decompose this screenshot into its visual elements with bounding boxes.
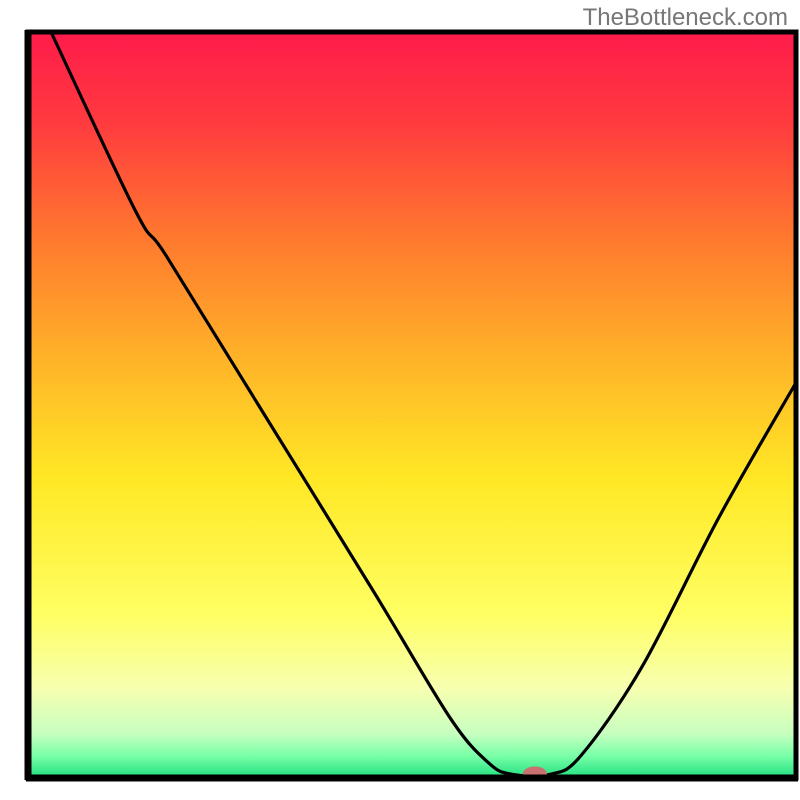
- bottleneck-chart: [0, 0, 800, 800]
- plot-area: [26, 30, 798, 781]
- watermark-text: TheBottleneck.com: [583, 4, 788, 32]
- chart-container: TheBottleneck.com: [0, 0, 800, 800]
- chart-background: [28, 32, 796, 778]
